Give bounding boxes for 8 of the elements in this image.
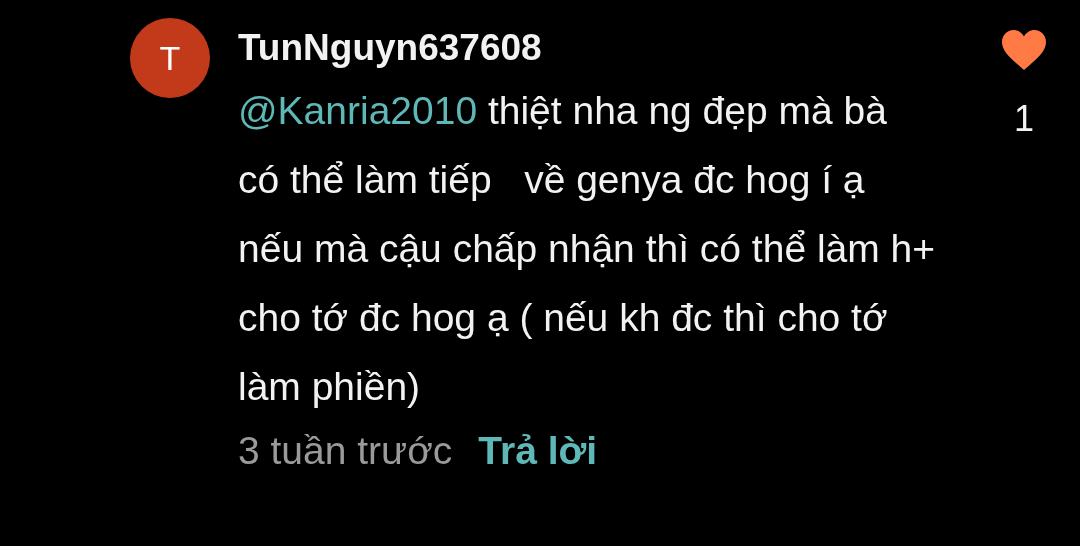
- comment-text: @Kanria2010 thiệt nha ng đẹp mà bà có thể làm tiếp về genya đc hog í ạ nếu mà cậu chấp nhận thì có thể làm h+ cho tớ đc hog ạ ( nếu kh đc thì cho tớ làm phiền): [238, 88, 937, 410]
- heart-icon[interactable]: [999, 28, 1049, 72]
- timestamp: 3 tuần trước: [238, 428, 453, 474]
- like-count: 1: [1014, 98, 1034, 140]
- username: TunNguyn637608: [238, 26, 543, 70]
- mention-link[interactable]: @Kanria2010: [238, 89, 478, 132]
- avatar[interactable]: T: [130, 18, 210, 98]
- reply-link[interactable]: Trả lời: [478, 421, 598, 481]
